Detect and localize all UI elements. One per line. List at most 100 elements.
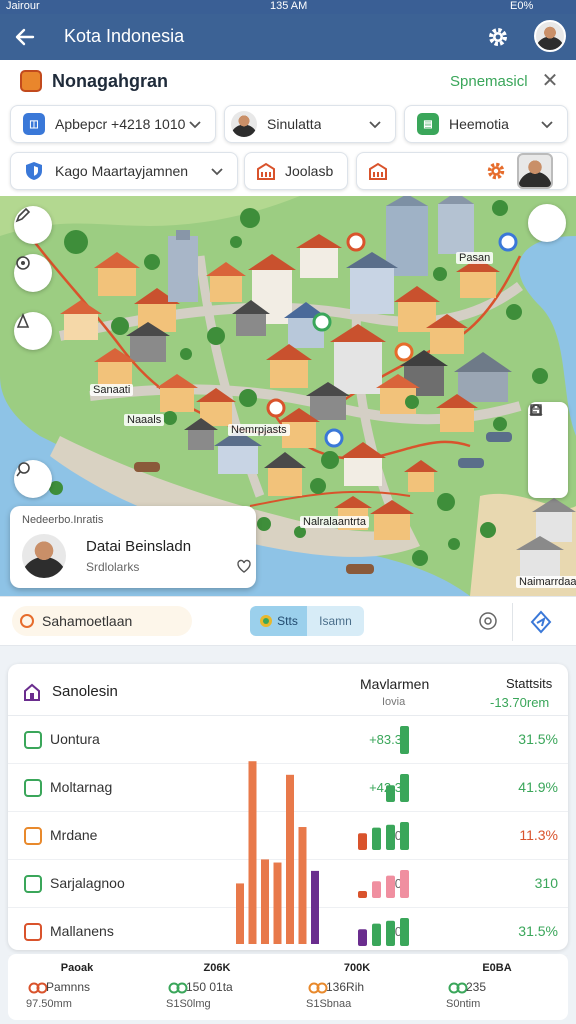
chart-bar: [261, 859, 269, 944]
stats-col1-header: Mavlarmen: [360, 676, 430, 692]
battery-level: E0%: [510, 0, 534, 12]
summary-sub: S1Sbnaa: [306, 998, 352, 1010]
popup-header: Nedeerbo.Inratis: [22, 514, 104, 526]
summary-bar: Paoak Pamnns 97.50mm Z06K 150 01ta S1S0lmg 700…: [8, 954, 568, 1020]
map-toolbar: [528, 402, 568, 498]
map-layers-button[interactable]: [14, 254, 52, 292]
user-avatar[interactable]: [534, 20, 566, 52]
map-search-button[interactable]: [14, 460, 52, 498]
panel-link[interactable]: Spnemasicl: [450, 73, 528, 90]
region-filter[interactable]: Kago Maartayjamnen: [10, 152, 238, 190]
chevron-down-icon: [211, 168, 223, 176]
summary-title: Paoak: [60, 962, 94, 974]
summary-cell[interactable]: Paoak Pamnns 97.50mm: [12, 958, 142, 1016]
summary-sub: S1S0lmg: [166, 998, 211, 1010]
date-filter[interactable]: ◫ Apbepcr +4218 1010: [10, 105, 216, 143]
mini-trend-chart: [358, 918, 409, 946]
settings-button[interactable]: [484, 23, 512, 51]
mini-bar: [372, 827, 381, 850]
mini-bar: [400, 822, 409, 850]
arrow-left-icon: [15, 28, 35, 46]
map-actions: [356, 152, 568, 190]
map-label: Sanaati: [90, 384, 134, 396]
summary-cell[interactable]: Z06K 150 01ta S1S0lmg: [152, 958, 282, 1016]
chart-bar: [286, 774, 294, 944]
document-filter-label: Heemotia: [449, 116, 509, 132]
view-toggle: Stts Isamn: [250, 606, 364, 636]
user-avatar[interactable]: [517, 153, 553, 189]
stats-row-percent: 310: [534, 875, 558, 891]
category-icon: [24, 779, 42, 797]
summary-title: E0BA: [482, 962, 512, 974]
location-chip[interactable]: Sahamoetlaan: [12, 606, 192, 636]
building-icon[interactable]: [367, 160, 389, 182]
category-icon: [24, 875, 42, 893]
shield-icon: [26, 162, 42, 180]
chart-bar: [273, 862, 282, 944]
ruler-icon: [16, 312, 30, 328]
map-icon: [260, 615, 273, 627]
location-ring-icon: [20, 614, 34, 628]
app-title: Kota Indonesia: [64, 26, 185, 46]
mini-bar: [400, 918, 409, 946]
mini-bar: [386, 920, 395, 946]
mini-trend-chart: [386, 774, 409, 802]
view-toggle-on[interactable]: Stts: [250, 606, 307, 636]
user-filter[interactable]: Sinulatta: [224, 105, 396, 143]
mini-bar: [358, 833, 367, 850]
target-icon[interactable]: [478, 611, 498, 631]
mini-trend-chart: [358, 870, 409, 898]
stats-row-label: Mrdane: [50, 827, 98, 843]
category-icon: [24, 731, 42, 749]
search-icon: [16, 462, 30, 477]
summary-label: 235: [466, 980, 487, 994]
status-time: 135 AM: [270, 0, 308, 12]
stats-bar-chart: [236, 761, 319, 944]
document-filter[interactable]: ▤ Heemotia: [404, 105, 568, 143]
place-popup[interactable]: Nedeerbo.Inratis Datai Beinsladn Srdlola…: [10, 506, 256, 588]
close-icon[interactable]: ✕: [538, 68, 562, 92]
mini-trend-chart: [358, 822, 409, 850]
view-toggle-off[interactable]: Isamn: [307, 606, 364, 636]
stats-row-percent: 31.5%: [518, 731, 558, 747]
back-button[interactable]: [10, 22, 40, 52]
mini-bar: [358, 929, 367, 946]
popup-name: Datai Beinsladn: [86, 538, 192, 555]
calendar-icon: ◫: [23, 113, 45, 135]
popup-subtitle: Srdlolarks: [86, 560, 140, 574]
building-filter-label: Joolasb: [285, 163, 334, 179]
summary-label: Pamnns: [46, 980, 91, 994]
stats-row-percent: 11.3%: [519, 827, 558, 843]
summary-sub: S0ntim: [446, 998, 481, 1010]
stats-row-label: Moltarnag: [50, 779, 113, 795]
summary-title: 700K: [343, 962, 371, 974]
heart-icon[interactable]: [236, 558, 252, 574]
note-icon[interactable]: [528, 404, 568, 498]
home-icon: [24, 683, 40, 701]
avatar-icon: [231, 111, 257, 137]
chart-bar: [311, 870, 319, 944]
stats-panel: Sanolesin Mavlarmen Iovia Stattsits -13.…: [8, 664, 568, 956]
category-icon: [24, 827, 42, 845]
layers-icon: [16, 256, 30, 270]
navigate-icon[interactable]: [528, 609, 554, 635]
pin-icon: [28, 982, 48, 994]
map-draw-button[interactable]: [14, 206, 52, 244]
map-measure-button[interactable]: [14, 312, 52, 350]
map-user-avatar[interactable]: [528, 204, 566, 242]
panel-title: Nonagahgran: [52, 71, 169, 91]
popup-avatar: [22, 534, 66, 578]
user-filter-label: Sinulatta: [267, 116, 322, 132]
bell-icon[interactable]: [528, 404, 568, 466]
summary-cell[interactable]: 700K 136Rih S1Sbnaa: [292, 958, 422, 1016]
mini-trend-chart: [400, 726, 409, 754]
region-filter-label: Kago Maartayjamnen: [55, 163, 189, 179]
mini-bar: [400, 774, 409, 802]
summary-cell[interactable]: E0BA 235 S0ntim: [432, 958, 562, 1016]
mini-bar: [386, 824, 395, 850]
building-filter[interactable]: Joolasb: [244, 152, 348, 190]
location-label: Sahamoetlaan: [42, 613, 133, 629]
filter-row-2: Kago Maartayjamnen Joolasb: [0, 150, 576, 196]
gear-icon[interactable]: [485, 160, 507, 182]
map-label: Naimarrdaam: [516, 576, 576, 588]
